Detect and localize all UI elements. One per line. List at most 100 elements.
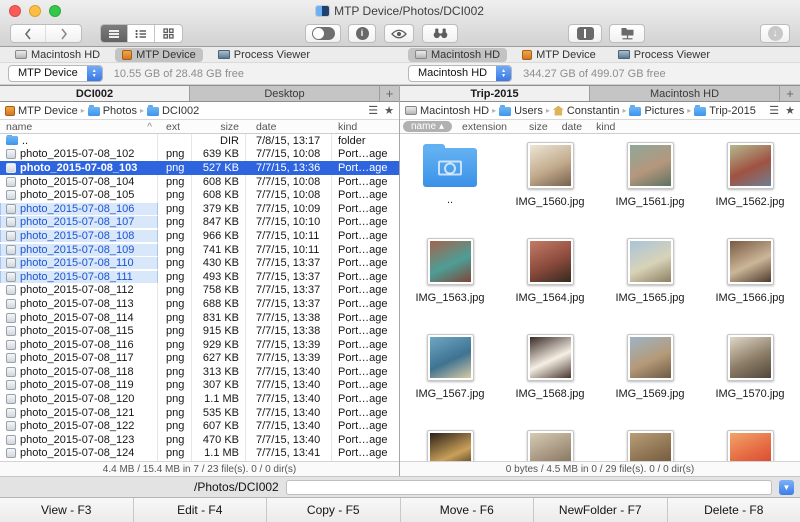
tab-trip-2015[interactable]: Trip-2015 <box>400 86 590 101</box>
shortcut-mtp-device[interactable]: MTP Device <box>515 48 603 62</box>
breadcrumb-mtp-device[interactable]: MTP Device <box>5 105 78 117</box>
newfolder-f7-button[interactable]: NewFolder - F7 <box>534 498 668 522</box>
file-row[interactable]: photo_2015-07-08_124 png 1.1 MB 7/7/15, … <box>0 447 399 461</box>
column-header-size[interactable]: size <box>529 121 548 133</box>
grid-item[interactable]: IMG_1561.jpg <box>600 142 700 238</box>
tab-desktop[interactable]: Desktop <box>190 86 380 101</box>
grid-item[interactable] <box>600 430 700 461</box>
file-row[interactable]: .. DIR 7/8/15, 13:17 folder <box>0 134 399 148</box>
file-row[interactable]: photo_2015-07-08_113 png 688 KB 7/7/15, … <box>0 297 399 311</box>
grid-item[interactable]: IMG_1566.jpg <box>700 238 800 334</box>
stepper-icon[interactable]: ▲▼ <box>87 66 102 81</box>
preview-button[interactable] <box>384 24 414 43</box>
copy-f5-button[interactable]: Copy - F5 <box>267 498 401 522</box>
file-row[interactable]: photo_2015-07-08_102 png 639 KB 7/7/15, … <box>0 148 399 162</box>
grid-item[interactable]: IMG_1560.jpg <box>500 142 600 238</box>
column-header-name[interactable]: name ^ <box>0 121 158 133</box>
info-button[interactable]: i <box>348 24 376 43</box>
forward-button[interactable] <box>46 25 81 42</box>
favorite-star-icon[interactable]: ★ <box>384 104 394 117</box>
column-header-size[interactable]: size <box>192 121 246 133</box>
grid-item[interactable]: IMG_1562.jpg <box>700 142 800 238</box>
shortcut-macintosh-hd[interactable]: Macintosh HD <box>8 48 107 62</box>
file-row[interactable]: photo_2015-07-08_119 png 307 KB 7/7/15, … <box>0 379 399 393</box>
file-row[interactable]: photo_2015-07-08_114 png 831 KB 7/7/15, … <box>0 311 399 325</box>
breadcrumb-dci002[interactable]: DCI002 <box>147 105 199 117</box>
file-row[interactable]: photo_2015-07-08_109 png 741 KB 7/7/15, … <box>0 243 399 257</box>
breadcrumb-pictures[interactable]: Pictures <box>629 105 684 117</box>
grid-item[interactable]: IMG_1569.jpg <box>600 334 700 430</box>
breadcrumb-trip-2015[interactable]: Trip-2015 <box>694 105 756 117</box>
downloads-button[interactable]: ↓ <box>760 24 790 43</box>
file-row[interactable]: photo_2015-07-08_103 png 527 KB 7/7/15, … <box>0 161 399 175</box>
zoom-button[interactable] <box>49 5 61 17</box>
shortcut-process-viewer[interactable]: Process Viewer <box>611 48 717 62</box>
column-header-ext[interactable]: ext <box>158 121 192 133</box>
minimize-button[interactable] <box>29 5 41 17</box>
shortcut-mtp-device[interactable]: MTP Device <box>115 48 203 62</box>
detail-view-button[interactable] <box>128 25 155 42</box>
drive-select-right[interactable]: Macintosh HD ▲▼ <box>408 65 512 82</box>
grid-item[interactable]: IMG_1563.jpg <box>400 238 500 334</box>
breadcrumb-photos[interactable]: Photos <box>88 105 137 117</box>
new-tab-button[interactable]: + <box>780 86 800 101</box>
new-tab-button[interactable]: + <box>380 86 399 101</box>
list-view-button[interactable] <box>101 25 128 42</box>
file-row[interactable]: photo_2015-07-08_120 png 1.1 MB 7/7/15, … <box>0 392 399 406</box>
file-row[interactable]: photo_2015-07-08_104 png 608 KB 7/7/15, … <box>0 175 399 189</box>
stepper-icon[interactable]: ▲▼ <box>496 66 511 81</box>
dual-panel-toggle-button[interactable] <box>305 24 341 43</box>
grid-item[interactable] <box>700 430 800 461</box>
edit-f4-button[interactable]: Edit - F4 <box>134 498 268 522</box>
favorite-star-icon[interactable]: ★ <box>785 104 795 117</box>
column-header-extension[interactable]: extension <box>462 121 507 133</box>
command-input[interactable] <box>286 480 772 495</box>
column-header-date[interactable]: date <box>562 121 582 133</box>
column-header-date[interactable]: date <box>246 121 332 133</box>
file-row[interactable]: photo_2015-07-08_118 png 313 KB 7/7/15, … <box>0 365 399 379</box>
file-row[interactable]: photo_2015-07-08_115 png 915 KB 7/7/15, … <box>0 324 399 338</box>
grid-item[interactable] <box>400 430 500 461</box>
grid-item[interactable]: IMG_1568.jpg <box>500 334 600 430</box>
file-row[interactable]: photo_2015-07-08_112 png 758 KB 7/7/15, … <box>0 284 399 298</box>
command-history-dropdown[interactable]: ▼ <box>779 480 794 495</box>
file-row[interactable]: photo_2015-07-08_107 png 847 KB 7/7/15, … <box>0 216 399 230</box>
list-view-icon[interactable]: ☰ <box>769 104 779 117</box>
file-row[interactable]: photo_2015-07-08_110 png 430 KB 7/7/15, … <box>0 256 399 270</box>
split-view-button[interactable] <box>568 24 602 43</box>
grid-item[interactable]: IMG_1570.jpg <box>700 334 800 430</box>
column-header-kind[interactable]: kind <box>332 121 399 133</box>
file-row[interactable]: photo_2015-07-08_123 png 470 KB 7/7/15, … <box>0 433 399 447</box>
grid-item[interactable]: IMG_1565.jpg <box>600 238 700 334</box>
tab-macintosh-hd[interactable]: Macintosh HD <box>590 86 780 101</box>
breadcrumb-macintosh-hd[interactable]: Macintosh HD <box>405 105 489 117</box>
drive-select-left[interactable]: MTP Device ▲▼ <box>8 65 103 82</box>
file-row[interactable]: photo_2015-07-08_106 png 379 KB 7/7/15, … <box>0 202 399 216</box>
grid-item[interactable]: .. <box>400 142 500 238</box>
list-view-icon[interactable]: ☰ <box>368 104 378 117</box>
shortcut-process-viewer[interactable]: Process Viewer <box>211 48 317 62</box>
breadcrumb-users[interactable]: Users <box>499 105 543 117</box>
column-header-name[interactable]: name▴ <box>403 121 452 132</box>
grid-item[interactable]: IMG_1567.jpg <box>400 334 500 430</box>
view-f3-button[interactable]: View - F3 <box>0 498 134 522</box>
breadcrumb-constantin[interactable]: Constantin <box>553 105 620 117</box>
file-row[interactable]: photo_2015-07-08_117 png 627 KB 7/7/15, … <box>0 352 399 366</box>
search-button[interactable] <box>422 24 458 43</box>
move-f6-button[interactable]: Move - F6 <box>401 498 535 522</box>
file-row[interactable]: photo_2015-07-08_108 png 966 KB 7/7/15, … <box>0 229 399 243</box>
delete-f8-button[interactable]: Delete - F8 <box>668 498 800 522</box>
file-row[interactable]: photo_2015-07-08_121 png 535 KB 7/7/15, … <box>0 406 399 420</box>
file-row[interactable]: photo_2015-07-08_111 png 493 KB 7/7/15, … <box>0 270 399 284</box>
shortcut-macintosh-hd[interactable]: Macintosh HD <box>408 48 507 62</box>
grid-item[interactable] <box>500 430 600 461</box>
file-row[interactable]: photo_2015-07-08_116 png 929 KB 7/7/15, … <box>0 338 399 352</box>
close-button[interactable] <box>9 5 21 17</box>
icon-view-button[interactable] <box>155 25 182 42</box>
file-row[interactable]: photo_2015-07-08_105 png 608 KB 7/7/15, … <box>0 188 399 202</box>
tab-dci002[interactable]: DCI002 <box>0 86 190 101</box>
grid-item[interactable]: IMG_1564.jpg <box>500 238 600 334</box>
file-row[interactable]: photo_2015-07-08_122 png 607 KB 7/7/15, … <box>0 419 399 433</box>
back-button[interactable] <box>11 25 46 42</box>
column-header-kind[interactable]: kind <box>596 121 615 133</box>
